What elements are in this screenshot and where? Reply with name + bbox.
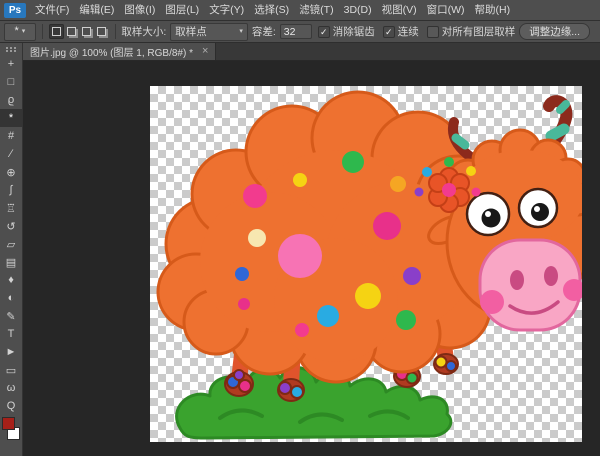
photoshop-logo: Ps [4, 3, 26, 18]
tool-preset-dropdown[interactable]: * ▾ [4, 23, 36, 41]
menu-items: 文件(F)编辑(E)图像(I)图层(L)文字(Y)选择(S)滤镜(T)3D(D)… [30, 0, 515, 20]
options-bar: * ▾ 取样大小: 取样点 ▾ 容差: ✓消除锯齿 ✓连续对所有图层取样 调整边缘… [0, 21, 600, 43]
eyedropper-tool-icon[interactable]: ∕ [0, 145, 22, 163]
zoom-tool-icon[interactable]: Q [0, 397, 22, 415]
menu-edit[interactable]: 编辑(E) [74, 0, 119, 20]
document-tab[interactable]: 图片.jpg @ 100% (图层 1, RGB/8#) * × [23, 43, 216, 60]
checkbox-contiguous[interactable]: ✓连续 [383, 24, 419, 39]
checkbox-anti-alias[interactable]: ✓消除锯齿 [318, 24, 375, 39]
dodge-tool-icon[interactable]: ◐ [0, 289, 22, 307]
canvas-area[interactable] [23, 61, 600, 456]
lasso-tool-icon[interactable]: ϱ [0, 91, 22, 109]
move-tool-icon[interactable]: + [0, 55, 22, 73]
crop-tool-icon[interactable]: # [0, 127, 22, 145]
hand-tool-icon[interactable]: ω [0, 379, 22, 397]
subtract-from-selection-icon[interactable] [79, 24, 94, 39]
cow-illustration [150, 86, 582, 442]
menu-view[interactable]: 视图(V) [377, 0, 422, 20]
divider [42, 24, 43, 39]
menu-image[interactable]: 图像(I) [119, 0, 160, 20]
history-brush-tool-icon[interactable]: ↺ [0, 217, 22, 235]
menu-bar: Ps 文件(F)编辑(E)图像(I)图层(L)文字(Y)选择(S)滤镜(T)3D… [0, 0, 600, 21]
document-image[interactable] [150, 86, 582, 442]
menu-layer[interactable]: 图层(L) [160, 0, 204, 20]
photoshop-window: Ps 文件(F)编辑(E)图像(I)图层(L)文字(Y)选择(S)滤镜(T)3D… [0, 0, 600, 43]
color-swatches [0, 416, 22, 441]
sample-size-label: 取样大小: [121, 24, 166, 39]
option-checkboxes: ✓消除锯齿 ✓连续对所有图层取样 [318, 24, 516, 39]
muzzle [480, 240, 582, 330]
document-tab-bar: 图片.jpg @ 100% (图层 1, RGB/8#) * × [23, 43, 600, 61]
brush-tool-icon[interactable]: ∫ [0, 181, 22, 199]
menu-file[interactable]: 文件(F) [30, 0, 74, 20]
selection-mode-buttons [49, 24, 109, 39]
tolerance-input[interactable] [280, 24, 312, 39]
path-selection-tool-icon[interactable]: ► [0, 343, 22, 361]
menu-window[interactable]: 窗口(W) [422, 0, 470, 20]
gradient-tool-icon[interactable]: ▤ [0, 253, 22, 271]
shape-tool-icon[interactable]: ▭ [0, 361, 22, 379]
healing-brush-tool-icon[interactable]: ⊕ [0, 163, 22, 181]
chevron-down-icon: ▾ [22, 28, 26, 35]
intersect-selection-icon[interactable] [94, 24, 109, 39]
sample-size-value: 取样点 [175, 24, 207, 39]
menu-help[interactable]: 帮助(H) [470, 0, 516, 20]
magic-wand-tool-icon[interactable]: * [0, 109, 22, 127]
add-to-selection-icon[interactable] [64, 24, 79, 39]
close-tab-icon[interactable]: × [202, 46, 208, 57]
panel-grip-icon[interactable] [0, 43, 22, 55]
clone-stamp-tool-icon[interactable]: ♖ [0, 199, 22, 217]
refine-edge-button[interactable]: 调整边缘... [519, 23, 590, 40]
type-tool-icon[interactable]: T [0, 325, 22, 343]
tools-panel: +□ϱ*#∕⊕∫♖↺▱▤♦◐✎T►▭ωQ [0, 43, 23, 456]
tolerance-label: 容差: [252, 24, 276, 39]
divider [115, 24, 116, 39]
checkbox-sample-all-layers[interactable]: 对所有图层取样 [427, 24, 516, 39]
menu-3d[interactable]: 3D(D) [339, 0, 377, 20]
document-tab-title: 图片.jpg @ 100% (图层 1, RGB/8#) * [30, 44, 193, 59]
chevron-down-icon: ▾ [239, 28, 243, 35]
menu-select[interactable]: 选择(S) [249, 0, 294, 20]
foreground-color-swatch[interactable] [2, 417, 15, 430]
menu-filter[interactable]: 滤镜(T) [294, 0, 338, 20]
tool-list: +□ϱ*#∕⊕∫♖↺▱▤♦◐✎T►▭ωQ [0, 55, 22, 415]
pen-tool-icon[interactable]: ✎ [0, 307, 22, 325]
new-selection-icon[interactable] [49, 24, 64, 39]
eraser-tool-icon[interactable]: ▱ [0, 235, 22, 253]
marquee-tool-icon[interactable]: □ [0, 73, 22, 91]
menu-type[interactable]: 文字(Y) [204, 0, 249, 20]
magic-wand-icon: * [14, 26, 18, 37]
blur-tool-icon[interactable]: ♦ [0, 271, 22, 289]
sample-size-select[interactable]: 取样点 ▾ [170, 23, 248, 41]
